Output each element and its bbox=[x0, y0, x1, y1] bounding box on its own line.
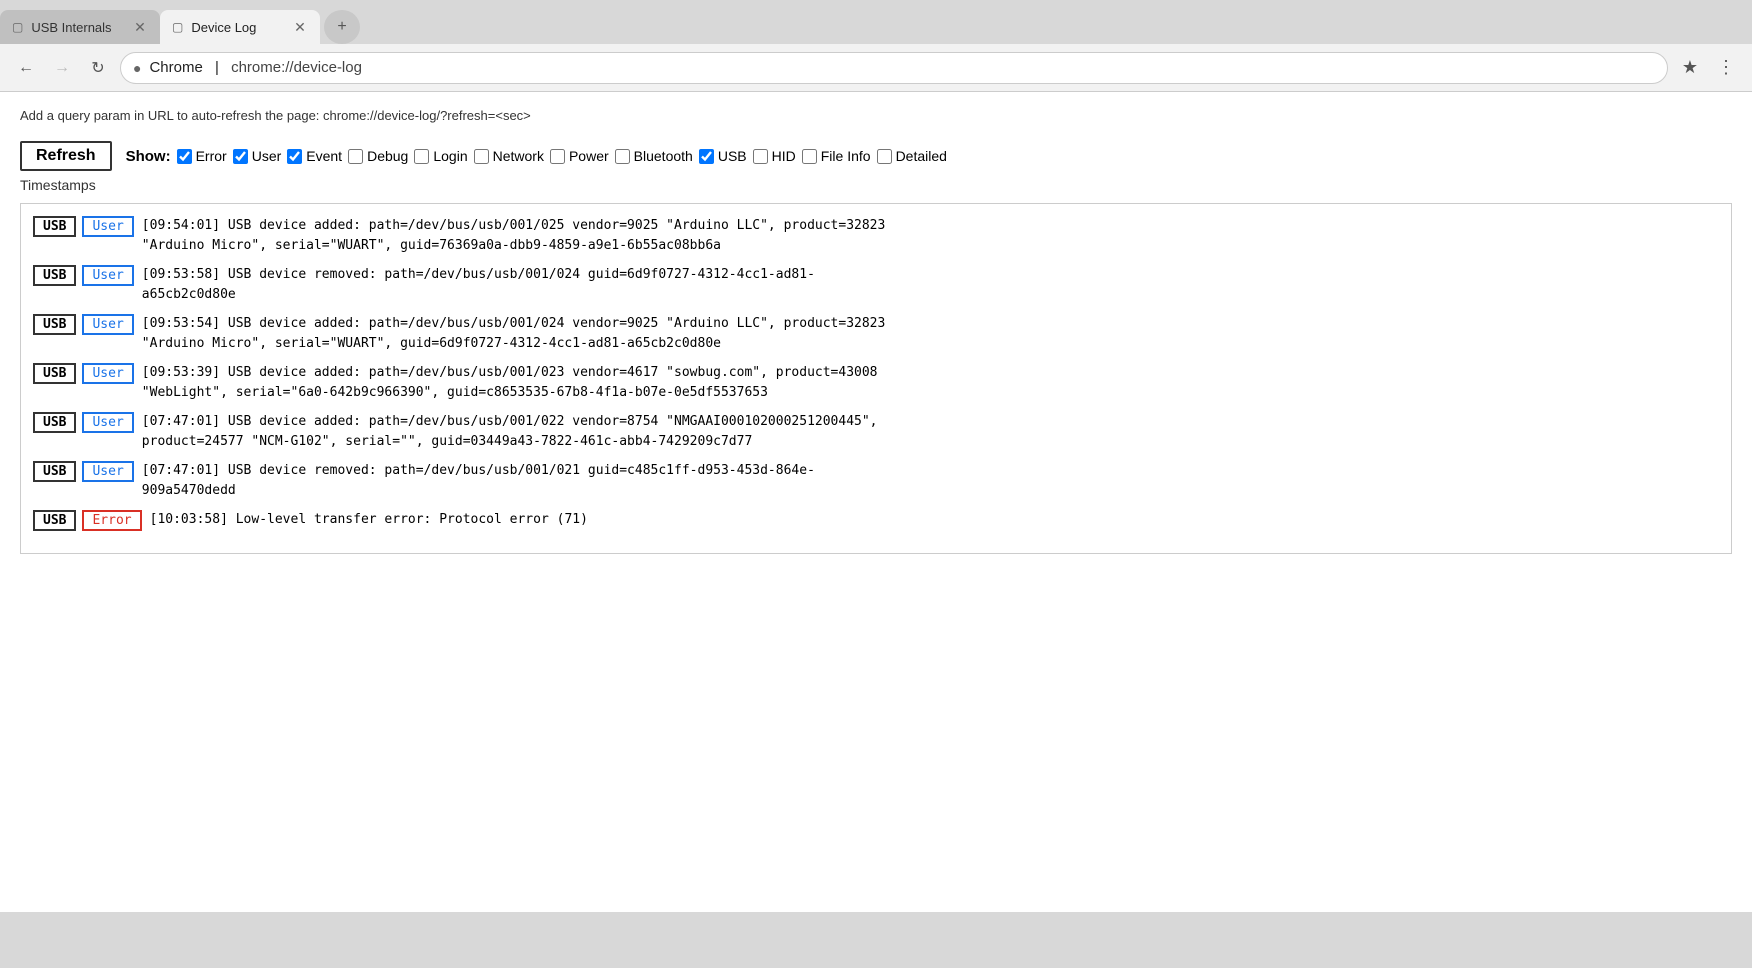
checkbox-bluetooth[interactable]: Bluetooth bbox=[615, 148, 693, 164]
log-entry: USB User [09:53:58] USB device removed: … bbox=[33, 265, 1719, 304]
checkbox-debug-label: Debug bbox=[367, 148, 408, 164]
tab-device-log-icon: ▢ bbox=[172, 20, 183, 34]
checkbox-login-label: Login bbox=[433, 148, 467, 164]
checkbox-power-label: Power bbox=[569, 148, 609, 164]
log-type-usb: USB bbox=[33, 265, 76, 286]
checkbox-user-input[interactable] bbox=[233, 149, 248, 164]
log-level-user: User bbox=[82, 216, 133, 237]
log-message: [07:47:01] USB device added: path=/dev/b… bbox=[142, 412, 1719, 451]
log-type-usb: USB bbox=[33, 314, 76, 335]
checkbox-login[interactable]: Login bbox=[414, 148, 467, 164]
log-level-user: User bbox=[82, 265, 133, 286]
checkbox-network-label: Network bbox=[493, 148, 544, 164]
log-entry: USB User [09:53:39] USB device added: pa… bbox=[33, 363, 1719, 402]
tab-usb-internals-close[interactable]: ✕ bbox=[132, 19, 148, 35]
log-message: [09:53:58] USB device removed: path=/dev… bbox=[142, 265, 1719, 304]
controls-bar: Refresh Show: Error User Event Debug Log… bbox=[20, 141, 1732, 171]
refresh-button[interactable]: Refresh bbox=[20, 141, 112, 171]
checkbox-user[interactable]: User bbox=[233, 148, 282, 164]
log-entry: USB User [09:54:01] USB device added: pa… bbox=[33, 216, 1719, 255]
bookmark-button[interactable]: ★ bbox=[1676, 54, 1704, 82]
log-message: [09:53:54] USB device added: path=/dev/b… bbox=[142, 314, 1719, 353]
checkbox-detailed-input[interactable] bbox=[877, 149, 892, 164]
reload-button[interactable]: ↻ bbox=[84, 54, 112, 82]
browser-window: ▢ USB Internals ✕ ▢ Device Log ✕ + ← → ↻… bbox=[0, 0, 1752, 968]
log-entry: USB Error [10:03:58] Low-level transfer … bbox=[33, 510, 1719, 531]
log-level-error: Error bbox=[82, 510, 141, 531]
address-separator: | bbox=[211, 59, 223, 76]
new-tab-button[interactable]: + bbox=[324, 10, 360, 44]
tab-bar: ▢ USB Internals ✕ ▢ Device Log ✕ + bbox=[0, 0, 1752, 44]
tab-device-log[interactable]: ▢ Device Log ✕ bbox=[160, 10, 320, 44]
checkbox-event[interactable]: Event bbox=[287, 148, 342, 164]
log-level-user: User bbox=[82, 363, 133, 384]
checkbox-error[interactable]: Error bbox=[177, 148, 227, 164]
checkbox-network[interactable]: Network bbox=[474, 148, 544, 164]
info-text: Add a query param in URL to auto-refresh… bbox=[20, 108, 1732, 123]
site-name: Chrome bbox=[149, 59, 202, 76]
site-security-icon: ● bbox=[133, 60, 141, 76]
back-button[interactable]: ← bbox=[12, 54, 40, 82]
tab-usb-internals-label: USB Internals bbox=[31, 20, 111, 35]
tab-device-log-close[interactable]: ✕ bbox=[292, 19, 308, 35]
checkbox-event-label: Event bbox=[306, 148, 342, 164]
checkbox-usb-input[interactable] bbox=[699, 149, 714, 164]
checkbox-power-input[interactable] bbox=[550, 149, 565, 164]
checkbox-network-input[interactable] bbox=[474, 149, 489, 164]
log-message: [09:53:39] USB device added: path=/dev/b… bbox=[142, 363, 1719, 402]
checkbox-usb[interactable]: USB bbox=[699, 148, 747, 164]
browser-toolbar: ← → ↻ ● Chrome | chrome://device-log ★ ⋮ bbox=[0, 44, 1752, 92]
log-level-user: User bbox=[82, 461, 133, 482]
checkbox-fileinfo-label: File Info bbox=[821, 148, 871, 164]
checkbox-error-input[interactable] bbox=[177, 149, 192, 164]
forward-button[interactable]: → bbox=[48, 54, 76, 82]
checkbox-event-input[interactable] bbox=[287, 149, 302, 164]
checkbox-bluetooth-label: Bluetooth bbox=[634, 148, 693, 164]
tab-page-icon: ▢ bbox=[12, 20, 23, 34]
checkbox-debug[interactable]: Debug bbox=[348, 148, 408, 164]
checkbox-usb-label: USB bbox=[718, 148, 747, 164]
log-entry: USB User [07:47:01] USB device added: pa… bbox=[33, 412, 1719, 451]
log-level-user: User bbox=[82, 314, 133, 335]
tab-device-log-label: Device Log bbox=[191, 20, 256, 35]
checkbox-power[interactable]: Power bbox=[550, 148, 609, 164]
checkbox-fileinfo-input[interactable] bbox=[802, 149, 817, 164]
checkbox-hid-input[interactable] bbox=[753, 149, 768, 164]
log-type-usb: USB bbox=[33, 461, 76, 482]
log-type-usb: USB bbox=[33, 216, 76, 237]
log-type-usb: USB bbox=[33, 412, 76, 433]
address-bar[interactable]: ● Chrome | chrome://device-log bbox=[120, 52, 1668, 84]
checkbox-bluetooth-input[interactable] bbox=[615, 149, 630, 164]
show-label: Show: bbox=[126, 148, 171, 165]
page-content: Add a query param in URL to auto-refresh… bbox=[0, 92, 1752, 912]
checkbox-hid-label: HID bbox=[772, 148, 796, 164]
timestamps-label: Timestamps bbox=[20, 177, 1732, 193]
checkbox-hid[interactable]: HID bbox=[753, 148, 796, 164]
checkbox-detailed-label: Detailed bbox=[896, 148, 947, 164]
checkbox-fileinfo[interactable]: File Info bbox=[802, 148, 871, 164]
checkbox-detailed[interactable]: Detailed bbox=[877, 148, 947, 164]
log-type-usb: USB bbox=[33, 363, 76, 384]
log-message: [07:47:01] USB device removed: path=/dev… bbox=[142, 461, 1719, 500]
log-container: USB User [09:54:01] USB device added: pa… bbox=[20, 203, 1732, 554]
log-level-user: User bbox=[82, 412, 133, 433]
menu-button[interactable]: ⋮ bbox=[1712, 54, 1740, 82]
checkbox-debug-input[interactable] bbox=[348, 149, 363, 164]
checkbox-login-input[interactable] bbox=[414, 149, 429, 164]
log-entry: USB User [07:47:01] USB device removed: … bbox=[33, 461, 1719, 500]
checkbox-error-label: Error bbox=[196, 148, 227, 164]
tab-usb-internals[interactable]: ▢ USB Internals ✕ bbox=[0, 10, 160, 44]
address-url: chrome://device-log bbox=[231, 59, 362, 76]
log-type-usb: USB bbox=[33, 510, 76, 531]
log-message: [10:03:58] Low-level transfer error: Pro… bbox=[150, 510, 1719, 530]
log-message: [09:54:01] USB device added: path=/dev/b… bbox=[142, 216, 1719, 255]
log-entry: USB User [09:53:54] USB device added: pa… bbox=[33, 314, 1719, 353]
toolbar-right: ★ ⋮ bbox=[1676, 54, 1740, 82]
checkbox-user-label: User bbox=[252, 148, 282, 164]
